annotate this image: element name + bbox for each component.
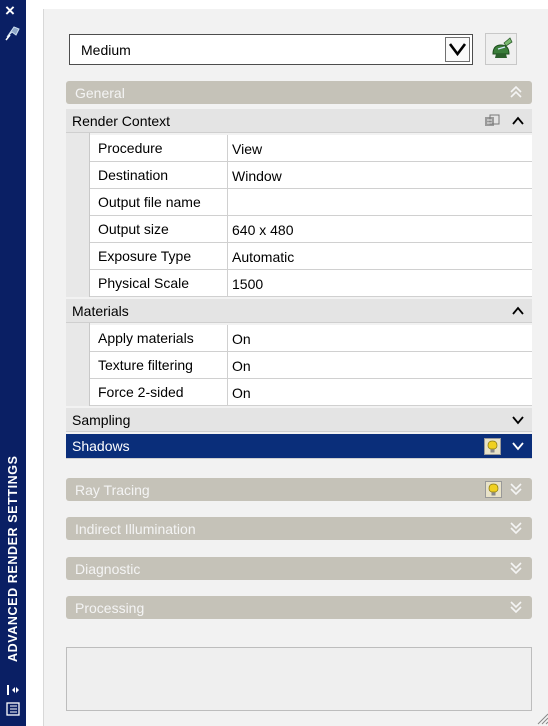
- property-name: Apply materials: [98, 330, 194, 346]
- group-general-header[interactable]: General: [66, 81, 532, 104]
- materials-indent: [66, 323, 90, 406]
- property-name: Exposure Type: [98, 248, 192, 264]
- palette-title-bar[interactable]: × ADVANCED RENDER SETTINGS: [0, 0, 26, 726]
- group-processing-label: Processing: [75, 600, 145, 616]
- property-row[interactable]: Force 2-sided On: [90, 379, 532, 406]
- property-row[interactable]: Procedure View: [90, 135, 532, 162]
- property-row[interactable]: Destination Window: [90, 162, 532, 189]
- property-row[interactable]: Apply materials On: [90, 325, 532, 352]
- render-context-label: Render Context: [72, 113, 171, 129]
- materials-header[interactable]: Materials: [66, 299, 532, 323]
- chevron-up-icon[interactable]: [511, 304, 525, 318]
- pin-icon[interactable]: [4, 24, 22, 42]
- render-context-icon[interactable]: [484, 114, 500, 128]
- property-value[interactable]: On: [232, 331, 251, 347]
- double-chevron-down-icon[interactable]: [509, 481, 523, 497]
- property-value[interactable]: On: [232, 358, 251, 374]
- chevron-up-icon[interactable]: [511, 114, 525, 128]
- resize-grip-icon[interactable]: [537, 713, 548, 725]
- double-chevron-down-icon[interactable]: [509, 520, 523, 536]
- property-value[interactable]: Automatic: [232, 249, 294, 265]
- property-name: Output file name: [98, 194, 201, 210]
- lightbulb-icon[interactable]: [484, 438, 501, 455]
- chevron-down-icon[interactable]: [511, 439, 525, 453]
- materials-label: Materials: [72, 303, 129, 319]
- group-diagnostic-label: Diagnostic: [75, 561, 141, 577]
- property-value[interactable]: 640 x 480: [232, 222, 294, 238]
- close-icon[interactable]: ×: [5, 2, 15, 20]
- double-chevron-down-icon[interactable]: [509, 599, 523, 615]
- group-ray-tracing-header[interactable]: Ray Tracing: [66, 478, 532, 501]
- property-value[interactable]: Window: [232, 168, 282, 184]
- property-name: Physical Scale: [98, 275, 190, 291]
- dropdown-arrow-icon[interactable]: [445, 37, 470, 62]
- properties-icon[interactable]: [6, 702, 20, 716]
- group-indirect-illumination-label: Indirect Illumination: [75, 521, 196, 537]
- property-row[interactable]: Exposure Type Automatic: [90, 243, 532, 270]
- double-chevron-up-icon[interactable]: [509, 84, 523, 100]
- property-row[interactable]: Output file name: [90, 189, 532, 216]
- property-row[interactable]: Physical Scale 1500: [90, 270, 532, 297]
- property-name: Procedure: [98, 140, 163, 156]
- double-chevron-down-icon[interactable]: [509, 560, 523, 576]
- render-preset-value: Medium: [81, 42, 131, 58]
- sampling-header[interactable]: Sampling: [66, 408, 532, 432]
- property-row[interactable]: Texture filtering On: [90, 352, 532, 379]
- render-preset-dropdown[interactable]: Medium: [69, 34, 473, 65]
- property-name: Texture filtering: [98, 357, 193, 373]
- render-teapot-icon: [492, 37, 513, 58]
- property-name: Force 2-sided: [98, 384, 184, 400]
- property-name: Destination: [98, 167, 169, 183]
- property-value[interactable]: On: [232, 385, 251, 401]
- chevron-down-icon[interactable]: [511, 413, 525, 427]
- auto-hide-icon[interactable]: [6, 684, 20, 696]
- shadows-header[interactable]: Shadows: [66, 434, 532, 459]
- description-panel: [66, 647, 532, 711]
- sampling-label: Sampling: [72, 412, 131, 428]
- property-row[interactable]: Output size 640 x 480: [90, 216, 532, 243]
- property-name: Output size: [98, 221, 169, 237]
- property-value[interactable]: View: [232, 141, 262, 157]
- group-processing-header[interactable]: Processing: [66, 596, 532, 619]
- lightbulb-icon[interactable]: [485, 481, 502, 498]
- group-diagnostic-header[interactable]: Diagnostic: [66, 557, 532, 580]
- render-context-header[interactable]: Render Context: [66, 109, 532, 133]
- group-general-label: General: [75, 85, 125, 101]
- shadows-label: Shadows: [72, 438, 130, 454]
- property-value[interactable]: 1500: [232, 276, 263, 292]
- render-context-indent: [66, 133, 90, 297]
- render-settings-palette: Medium General Render Context Procedure: [43, 9, 548, 726]
- render-button[interactable]: [485, 33, 517, 65]
- group-ray-tracing-label: Ray Tracing: [75, 482, 150, 498]
- group-indirect-illumination-header[interactable]: Indirect Illumination: [66, 517, 532, 540]
